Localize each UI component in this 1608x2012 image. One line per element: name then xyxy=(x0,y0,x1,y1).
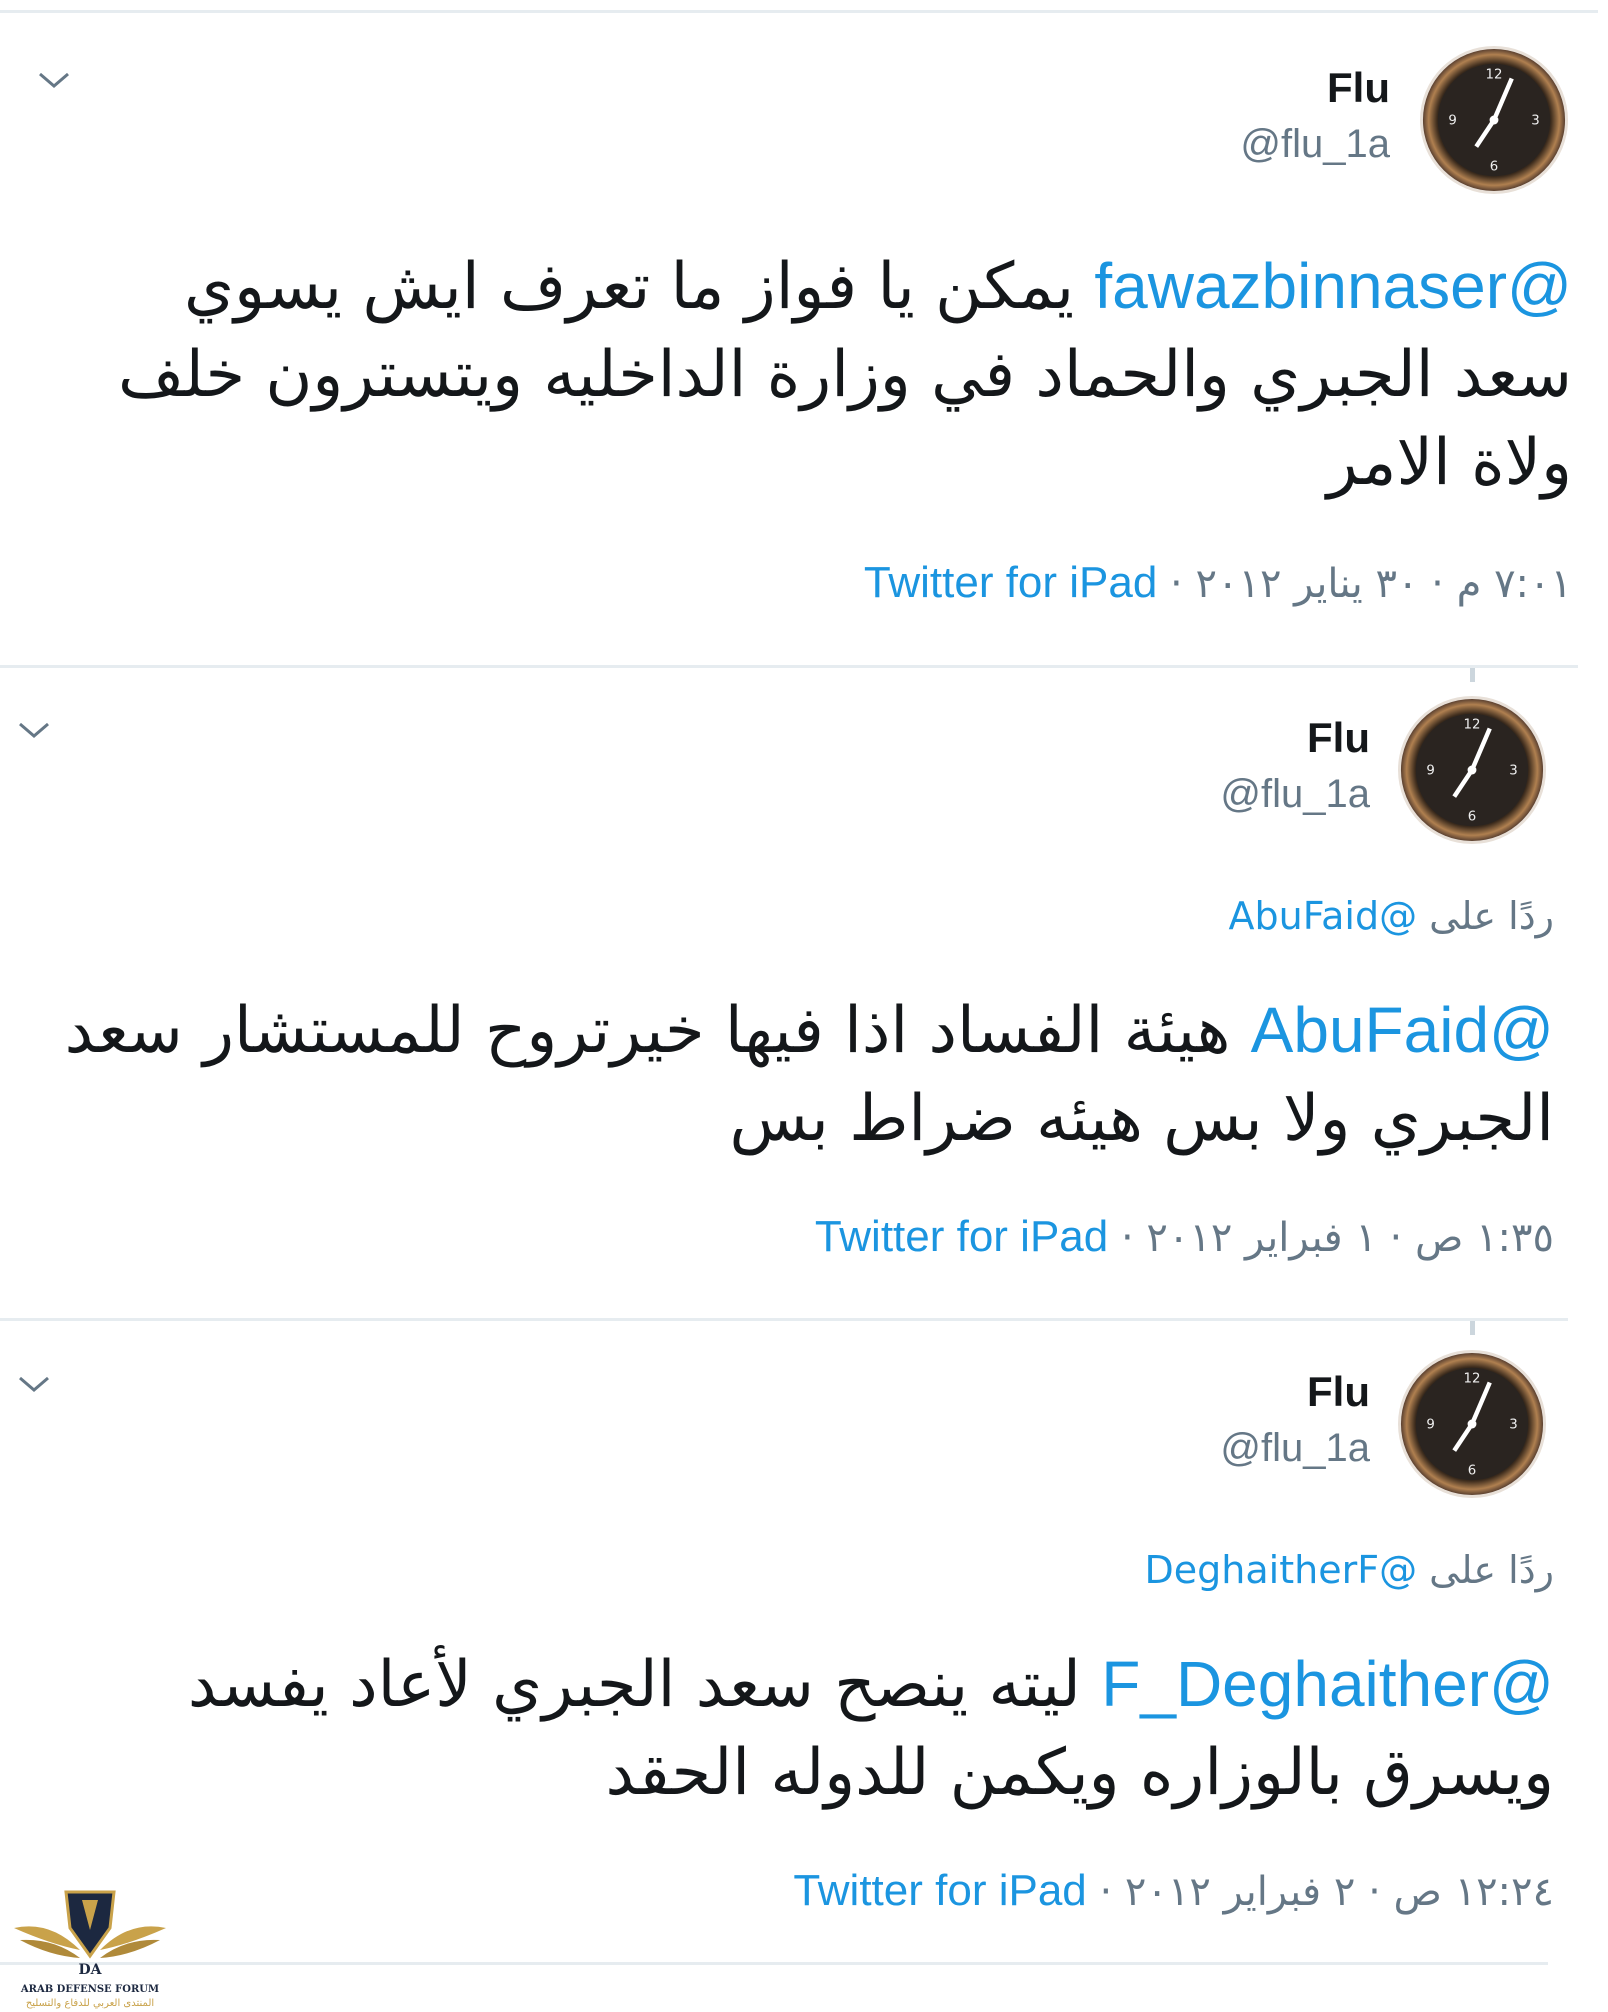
user-handle[interactable]: @flu_1a xyxy=(1220,772,1370,817)
timestamp[interactable]: ٧:٠١ م · ٣٠ يناير ٢٠١٢ · xyxy=(1157,561,1572,607)
svg-text:3: 3 xyxy=(1509,763,1517,778)
tweet-text: @AbuFaid هيئة الفساد اذا فيها خيرتروح لل… xyxy=(54,986,1554,1163)
display-name[interactable]: Flu xyxy=(1307,1368,1370,1416)
reply-context: ردًا على @AbuFaid xyxy=(1229,894,1554,938)
tweet-meta: ٧:٠١ م · ٣٠ يناير ٢٠١٢ · Twitter for iPa… xyxy=(864,558,1572,608)
forum-watermark-logo: DA ARAB DEFENSE FORUM المنتدى العربي للد… xyxy=(10,1880,170,2012)
source-link[interactable]: Twitter for iPad xyxy=(793,1866,1086,1915)
avatar[interactable]: 12 3 6 9 xyxy=(1420,46,1568,194)
svg-text:3: 3 xyxy=(1509,1417,1517,1432)
display-name[interactable]: Flu xyxy=(1327,64,1390,112)
chevron-down-icon[interactable] xyxy=(14,1364,54,1404)
tweet-3[interactable]: Flu @flu_1a 12 3 6 9 ردًا على @Deghaithe… xyxy=(0,1322,1608,1962)
timestamp[interactable]: ١:٣٥ ص · ١ فبراير ٢٠١٢ · xyxy=(1108,1215,1554,1261)
watermark-line2: المنتدى العربي للدفاع والتسليح xyxy=(26,1998,154,2009)
svg-text:12: 12 xyxy=(1464,718,1481,733)
mention-link[interactable]: @AbuFaid xyxy=(1251,994,1554,1066)
svg-text:9: 9 xyxy=(1448,113,1456,128)
svg-text:6: 6 xyxy=(1468,809,1476,824)
mention-link[interactable]: @fawazbinnaser xyxy=(1094,250,1572,322)
display-name[interactable]: Flu xyxy=(1307,714,1370,762)
avatar[interactable]: 12 3 6 9 xyxy=(1398,1350,1546,1498)
reply-mention-link[interactable]: @DeghaitherF xyxy=(1145,1548,1418,1592)
reply-context: ردًا على @DeghaitherF xyxy=(1145,1548,1554,1592)
chevron-down-icon[interactable] xyxy=(34,60,74,100)
tweet-divider xyxy=(0,1318,1568,1321)
svg-text:6: 6 xyxy=(1468,1463,1476,1478)
chevron-down-icon[interactable] xyxy=(14,710,54,750)
watermark-line1: ARAB DEFENSE FORUM xyxy=(20,1984,159,1995)
svg-text:12: 12 xyxy=(1464,1372,1481,1387)
svg-text:6: 6 xyxy=(1490,159,1498,174)
tweet-text: @F_Deghaither ليته ينصح سعد الجبري لأعاد… xyxy=(54,1640,1554,1817)
reply-mention-link[interactable]: @AbuFaid xyxy=(1229,894,1418,938)
tweet-text: @fawazbinnaser يمكن يا فواز ما تعرف ايش … xyxy=(92,242,1572,507)
tweet-thread-page: Flu @flu_1a 12 3 6 9 @fawazbinnaser يمكن… xyxy=(0,0,1608,2012)
mention-link[interactable]: @F_Deghaither xyxy=(1101,1648,1554,1720)
user-handle[interactable]: @flu_1a xyxy=(1220,1426,1370,1471)
avatar[interactable]: 12 3 6 9 xyxy=(1398,696,1546,844)
svg-text:9: 9 xyxy=(1426,1417,1434,1432)
tweet-meta: ١٢:٢٤ ص · ٢ فبراير ٢٠١٢ · Twitter for iP… xyxy=(793,1866,1554,1916)
watermark-mark: DA xyxy=(78,1962,102,1978)
reply-label: ردًا على xyxy=(1417,894,1554,938)
source-link[interactable]: Twitter for iPad xyxy=(815,1212,1108,1261)
bottom-divider xyxy=(0,1962,1548,1965)
tweet-2[interactable]: Flu @flu_1a 12 3 6 9 ردًا على @AbuFaid @… xyxy=(0,668,1608,1318)
svg-text:9: 9 xyxy=(1426,763,1434,778)
svg-text:12: 12 xyxy=(1486,68,1503,83)
tweet-1[interactable]: Flu @flu_1a 12 3 6 9 @fawazbinnaser يمكن… xyxy=(0,0,1608,660)
svg-text:3: 3 xyxy=(1531,113,1539,128)
timestamp[interactable]: ١٢:٢٤ ص · ٢ فبراير ٢٠١٢ · xyxy=(1087,1869,1554,1915)
source-link[interactable]: Twitter for iPad xyxy=(864,558,1157,607)
tweet-meta: ١:٣٥ ص · ١ فبراير ٢٠١٢ · Twitter for iPa… xyxy=(815,1212,1554,1262)
user-handle[interactable]: @flu_1a xyxy=(1240,122,1390,167)
reply-label: ردًا على xyxy=(1417,1548,1554,1592)
